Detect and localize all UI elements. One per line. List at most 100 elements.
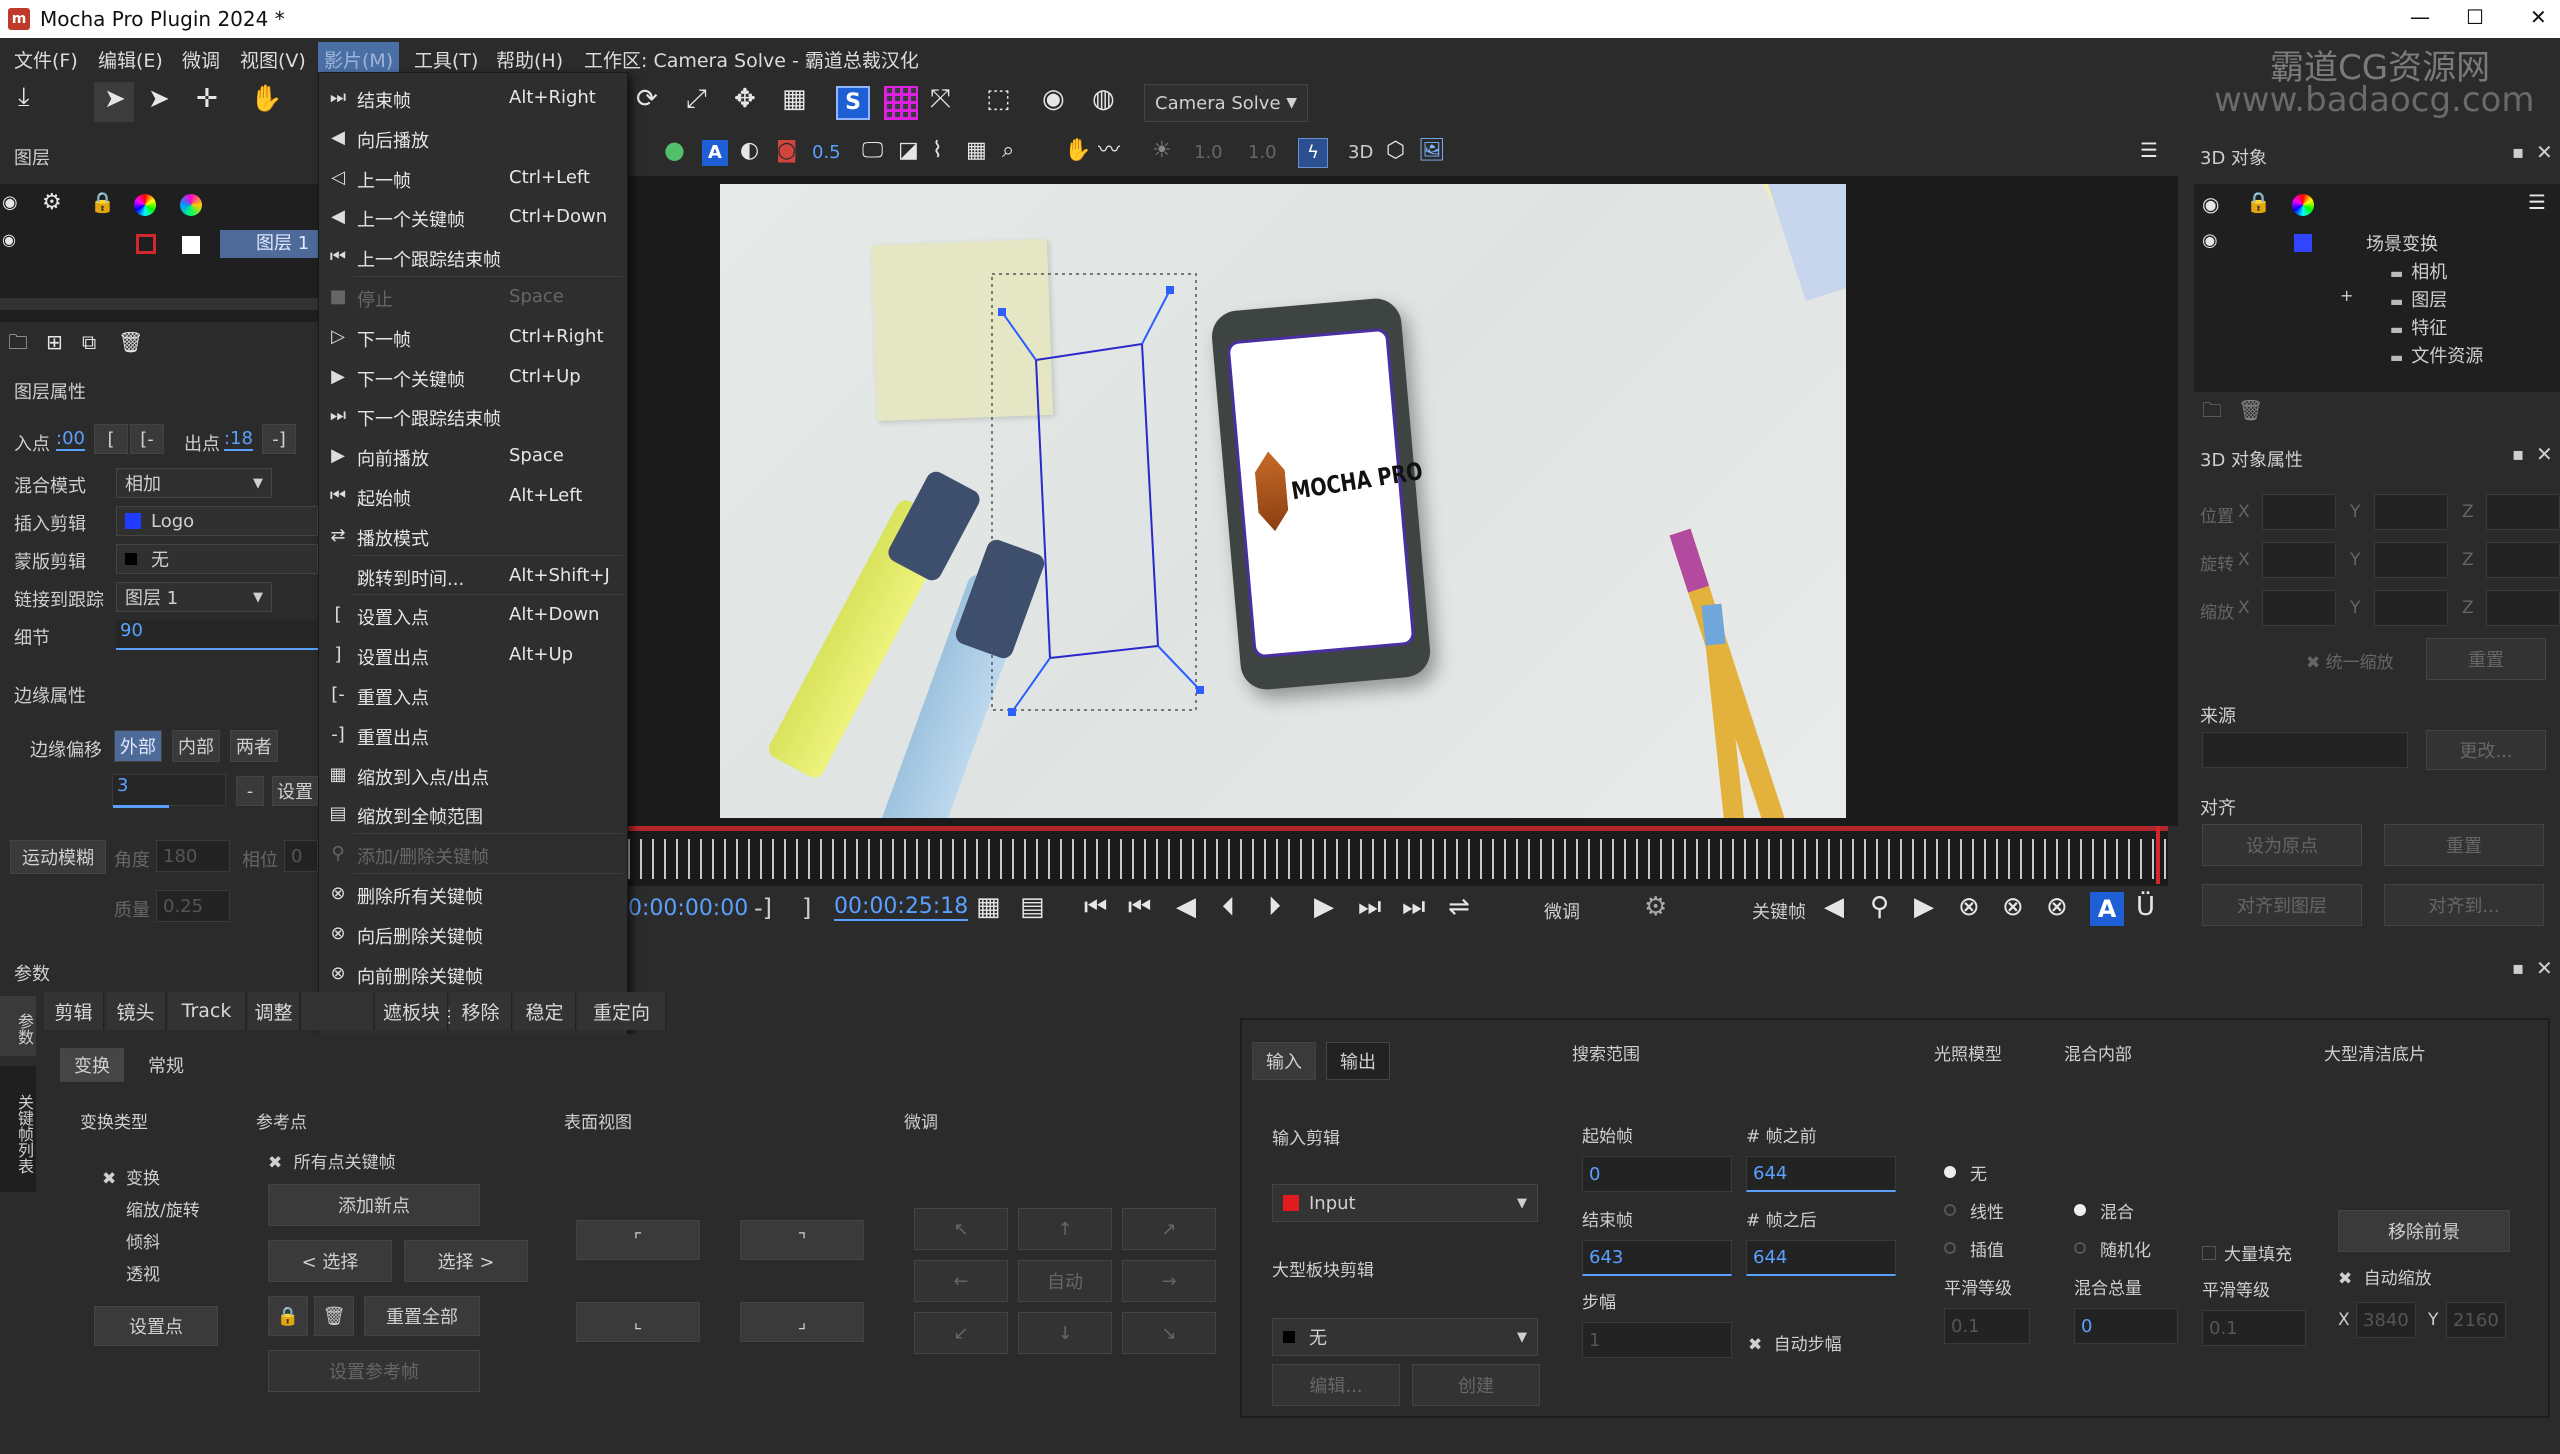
- align-to-button[interactable]: 对齐到...: [2384, 884, 2544, 926]
- prev-frame-icon[interactable]: ⏴: [1222, 894, 1235, 920]
- menu-help[interactable]: 帮助(H): [496, 46, 563, 73]
- menu-item[interactable]: ▷ 下一帧 Ctrl+Right: [319, 318, 627, 356]
- reset-all-button[interactable]: 重置全部: [364, 1296, 480, 1336]
- menu-item[interactable]: ▶ 下一个关键帧 Ctrl+Up: [319, 358, 627, 396]
- surface-icon[interactable]: S: [836, 86, 870, 120]
- close-button[interactable]: ✕: [2530, 5, 2547, 29]
- tree-item[interactable]: ▬ 图层: [2390, 286, 2447, 312]
- menu-item[interactable]: ⊗ 向后删除关键帧: [319, 915, 627, 953]
- set-ref-button[interactable]: 设置参考帧: [268, 1350, 480, 1392]
- source-field[interactable]: [2202, 732, 2408, 768]
- x-field[interactable]: 3840: [2356, 1302, 2416, 1338]
- corner-br-button[interactable]: ⌟: [740, 1302, 864, 1342]
- axis-field[interactable]: [2486, 542, 2560, 578]
- folder-icon[interactable]: 🗀: [2202, 400, 2222, 420]
- reset-button[interactable]: 重置: [2426, 638, 2546, 680]
- timeline[interactable]: [628, 826, 2168, 886]
- axis-field[interactable]: [2374, 542, 2448, 578]
- menu-item[interactable]: ⇄ 播放模式: [319, 517, 627, 555]
- param-tab[interactable]: 移除: [450, 992, 512, 1030]
- zoom-value[interactable]: 0.5: [812, 142, 841, 163]
- blend-random-radio[interactable]: [2074, 1242, 2086, 1254]
- delete-keys-back-icon[interactable]: ⊗: [1958, 894, 1980, 920]
- overlay-icon[interactable]: ◪: [898, 140, 919, 162]
- nudge-right[interactable]: →: [1122, 1260, 1216, 1302]
- panel-close-icon[interactable]: ✕: [2536, 956, 2553, 980]
- menu-item[interactable]: ◀ 向后播放: [319, 119, 627, 157]
- menu-item[interactable]: ⏭ 结束帧 Alt+Right: [319, 79, 627, 117]
- end-frame-icon[interactable]: ⏭: [1402, 894, 1425, 920]
- menu-item[interactable]: ■ 停止 Space: [319, 278, 627, 316]
- nudge-up[interactable]: ↑: [1018, 1208, 1112, 1250]
- param-tab[interactable]: Track: [168, 992, 246, 1030]
- corner-tl-button[interactable]: ⌜: [576, 1220, 700, 1260]
- import-icon[interactable]: ⤓: [18, 84, 30, 110]
- handle-point-2[interactable]: [1166, 286, 1174, 294]
- edge-set-button[interactable]: 设置: [272, 776, 318, 806]
- grid-magenta-icon[interactable]: [884, 86, 918, 120]
- image-icon[interactable]: 🖼: [1418, 140, 1446, 162]
- handle-point-4[interactable]: [1008, 708, 1016, 716]
- transform-option[interactable]: 透视: [102, 1260, 160, 1285]
- viewport-image[interactable]: MOCHA PRO: [720, 184, 1846, 818]
- scale-icon[interactable]: ⤢: [686, 86, 707, 112]
- trash-button[interactable]: 🗑: [314, 1296, 354, 1336]
- reset2-button[interactable]: 重置: [2384, 824, 2544, 866]
- blend-mix-radio[interactable]: [2074, 1204, 2086, 1216]
- side-tab-keyframes[interactable]: 关键帧列表: [0, 1066, 36, 1192]
- axis-field[interactable]: [2262, 542, 2336, 578]
- axis-field[interactable]: [2486, 590, 2560, 626]
- minimize-button[interactable]: —: [2410, 5, 2430, 29]
- menu-item[interactable]: [设置入点 Alt+Down: [319, 596, 627, 634]
- panel-float-icon[interactable]: ▪: [2512, 444, 2524, 465]
- panel-close-icon[interactable]: ✕: [2536, 442, 2553, 466]
- delete-keys-fwd-icon[interactable]: ⊗: [2046, 894, 2068, 920]
- edge-both-button[interactable]: 两者: [230, 730, 278, 762]
- light-linear-radio[interactable]: [1944, 1204, 1956, 1216]
- layers-scrollbar[interactable]: [0, 298, 318, 310]
- set-in-button[interactable]: [: [94, 424, 128, 454]
- step-field[interactable]: 1: [1582, 1322, 1732, 1358]
- move-icon[interactable]: ✥: [734, 86, 756, 112]
- plane-icon[interactable]: ⤧: [930, 86, 951, 112]
- menu-item[interactable]: ▶ 向前播放 Space: [319, 437, 627, 475]
- param-tab[interactable]: [302, 992, 374, 1030]
- start-field[interactable]: 0: [1582, 1156, 1732, 1192]
- flash-icon[interactable]: ϟ: [1298, 138, 1328, 168]
- set-out-marker[interactable]: -]: [754, 894, 772, 922]
- layer-row[interactable]: 图层 1: [220, 230, 318, 258]
- blend-select[interactable]: 相加 ▼: [116, 468, 272, 498]
- param-tab[interactable]: 剪辑: [44, 992, 104, 1030]
- prev-keyframe-icon[interactable]: ◀: [1824, 894, 1844, 920]
- tree-item[interactable]: 场景变换: [2366, 230, 2438, 256]
- insert-clip-select[interactable]: Logo: [116, 506, 318, 536]
- cube-icon[interactable]: ⬡: [1386, 140, 1405, 162]
- axis-field[interactable]: [2374, 590, 2448, 626]
- transform-option[interactable]: ✖ 变换: [102, 1164, 160, 1189]
- menu-item[interactable]: ⊗ 删除所有关键帧: [319, 875, 627, 913]
- select-next-button[interactable]: 选择 >: [404, 1240, 528, 1282]
- menu-item[interactable]: ◀ 上一个关键帧 Ctrl+Down: [319, 198, 627, 236]
- select-prev-button[interactable]: < 选择: [268, 1240, 392, 1282]
- light-interp-radio[interactable]: [1944, 1242, 1956, 1254]
- play-backward-icon[interactable]: ◀: [1176, 894, 1196, 920]
- axis-field[interactable]: [2486, 494, 2560, 530]
- next-frame-icon[interactable]: ⏵: [1268, 894, 1281, 920]
- uniform-shape-icon[interactable]: Ü: [2136, 894, 2155, 920]
- tree-item[interactable]: ▬ 文件资源: [2390, 342, 2483, 368]
- smooth-field[interactable]: 0.1: [1944, 1308, 2030, 1344]
- camera-icon[interactable]: ◍: [1092, 86, 1115, 112]
- param-tab[interactable]: 稳定: [514, 992, 576, 1030]
- menu-refine[interactable]: 微调: [182, 46, 220, 73]
- zoom-full-icon[interactable]: ▤: [1020, 894, 1045, 920]
- menu-tools[interactable]: 工具(T): [414, 46, 478, 73]
- panel-float-icon[interactable]: ▪: [2512, 958, 2524, 979]
- out-value[interactable]: :18: [224, 428, 253, 451]
- eye-icon[interactable]: ◉: [2, 194, 18, 212]
- param-tab[interactable]: 遮板块: [376, 992, 448, 1030]
- edge-inner-button[interactable]: 内部: [172, 730, 220, 762]
- timecode-start[interactable]: 0:00:00:00: [628, 896, 748, 921]
- corner-handle-tr[interactable]: [1141, 289, 1171, 345]
- gear-icon[interactable]: ⚙: [1644, 894, 1667, 920]
- transform-option[interactable]: 缩放/旋转: [102, 1196, 200, 1221]
